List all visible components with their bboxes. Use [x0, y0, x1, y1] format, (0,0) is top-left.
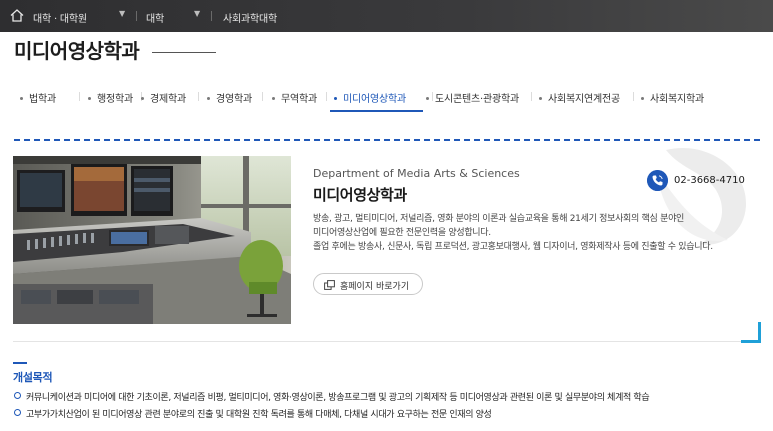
- tab-divider: [326, 92, 327, 101]
- bullet-dot: [88, 96, 91, 100]
- tab-public-administration[interactable]: 행정학과: [88, 90, 133, 105]
- tab-divider: [262, 92, 263, 101]
- external-link-icon: [324, 280, 335, 290]
- home-icon[interactable]: [10, 9, 24, 22]
- broadcast-studio-photo: [13, 156, 291, 324]
- tab-divider: [633, 92, 634, 101]
- bullet-dot: [641, 96, 644, 100]
- tab-label: 경제학과: [150, 94, 186, 105]
- tab-divider: [198, 92, 199, 101]
- bullet-dot: [426, 96, 429, 100]
- phone-number: 02-3668-4710: [674, 175, 745, 186]
- department-tabs: 법학과 행정학과 경제학과 경영학과 무역학과 미디어영상학과 도시콘텐츠·관광…: [14, 84, 759, 112]
- bullet-dot: [334, 96, 337, 100]
- purpose-item: 커뮤니케이션과 미디어에 대한 기초이론, 저널리즘 비평, 멀티미디어, 영화…: [26, 393, 650, 403]
- tab-trade[interactable]: 무역학과: [272, 90, 317, 105]
- tab-social-welfare[interactable]: 사회복지학과: [641, 90, 704, 105]
- tab-label: 사회복지학과: [650, 94, 704, 105]
- tab-label: 미디어영상학과: [343, 94, 406, 105]
- frame-corner-accent: [758, 322, 761, 343]
- section-title-purpose: 개설목적: [13, 371, 53, 384]
- department-name-english: Department of Media Arts & Sciences: [313, 167, 520, 180]
- tab-label: 법학과: [29, 94, 56, 105]
- tab-label: 행정학과: [97, 94, 133, 105]
- active-tab-indicator: [330, 110, 423, 112]
- homepage-button[interactable]: 홈페이지 바로가기: [313, 273, 423, 295]
- bullet-dot: [141, 96, 144, 100]
- tab-urban-contents-tourism[interactable]: 도시콘텐츠·관광학과: [426, 90, 519, 105]
- studio-illustration: [13, 156, 291, 324]
- bullet-dot: [207, 96, 210, 100]
- tab-label: 무역학과: [281, 94, 317, 105]
- circle-bullet-icon: [14, 392, 21, 399]
- phone-icon: [647, 170, 668, 191]
- breadcrumb-bar: 대학 · 대학원 ▼ 대학 ▼ 사회과학대학: [0, 0, 773, 32]
- chevron-down-icon[interactable]: ▼: [119, 9, 125, 18]
- breadcrumb-divider: [136, 11, 137, 21]
- department-description-line: 방송, 광고, 멀티미디어, 저널리즘, 영화 분야의 이론과 실습교육을 통해…: [313, 214, 685, 224]
- tab-divider: [79, 92, 80, 101]
- info-frame-bottom: [13, 341, 761, 342]
- phone-watermark-icon: [656, 147, 747, 245]
- tab-law[interactable]: 법학과: [20, 90, 56, 105]
- tab-divider: [531, 92, 532, 101]
- breadcrumb-divider: [211, 11, 212, 21]
- tab-business[interactable]: 경영학과: [207, 90, 252, 105]
- breadcrumb-item-social-science[interactable]: 사회과학대학: [223, 10, 277, 25]
- tab-media-arts[interactable]: 미디어영상학과: [334, 90, 406, 105]
- tab-economics[interactable]: 경제학과: [141, 90, 186, 105]
- circle-bullet-icon: [14, 409, 21, 416]
- department-description-line: 미디어영상산업에 필요한 전문인력을 양성합니다.: [313, 228, 491, 238]
- department-name-korean: 미디어영상학과: [313, 186, 407, 204]
- tab-label: 사회복지연계전공: [548, 94, 620, 105]
- department-description-line: 졸업 후에는 방송사, 신문사, 독립 프로덕션, 광고홍보대행사, 웹 디자이…: [313, 242, 713, 252]
- tab-label: 도시콘텐츠·관광학과: [435, 94, 519, 105]
- bullet-dot: [272, 96, 275, 100]
- chevron-down-icon[interactable]: ▼: [194, 9, 200, 18]
- breadcrumb-item-college[interactable]: 대학: [146, 10, 164, 25]
- bullet-dot: [20, 96, 23, 100]
- page-title: 미디어영상학과: [14, 39, 140, 63]
- section-title-mark: [13, 362, 27, 364]
- purpose-item: 고부가가치산업이 된 미디어영상 관련 분야로의 진출 및 대학원 진학 독려를…: [26, 410, 492, 420]
- tab-label: 경영학과: [216, 94, 252, 105]
- tab-social-welfare-linked[interactable]: 사회복지연계전공: [539, 90, 620, 105]
- title-underline: [152, 52, 216, 53]
- breadcrumb-item-university[interactable]: 대학 · 대학원: [33, 10, 87, 25]
- bullet-dot: [539, 96, 542, 100]
- homepage-button-label: 홈페이지 바로가기: [340, 282, 410, 292]
